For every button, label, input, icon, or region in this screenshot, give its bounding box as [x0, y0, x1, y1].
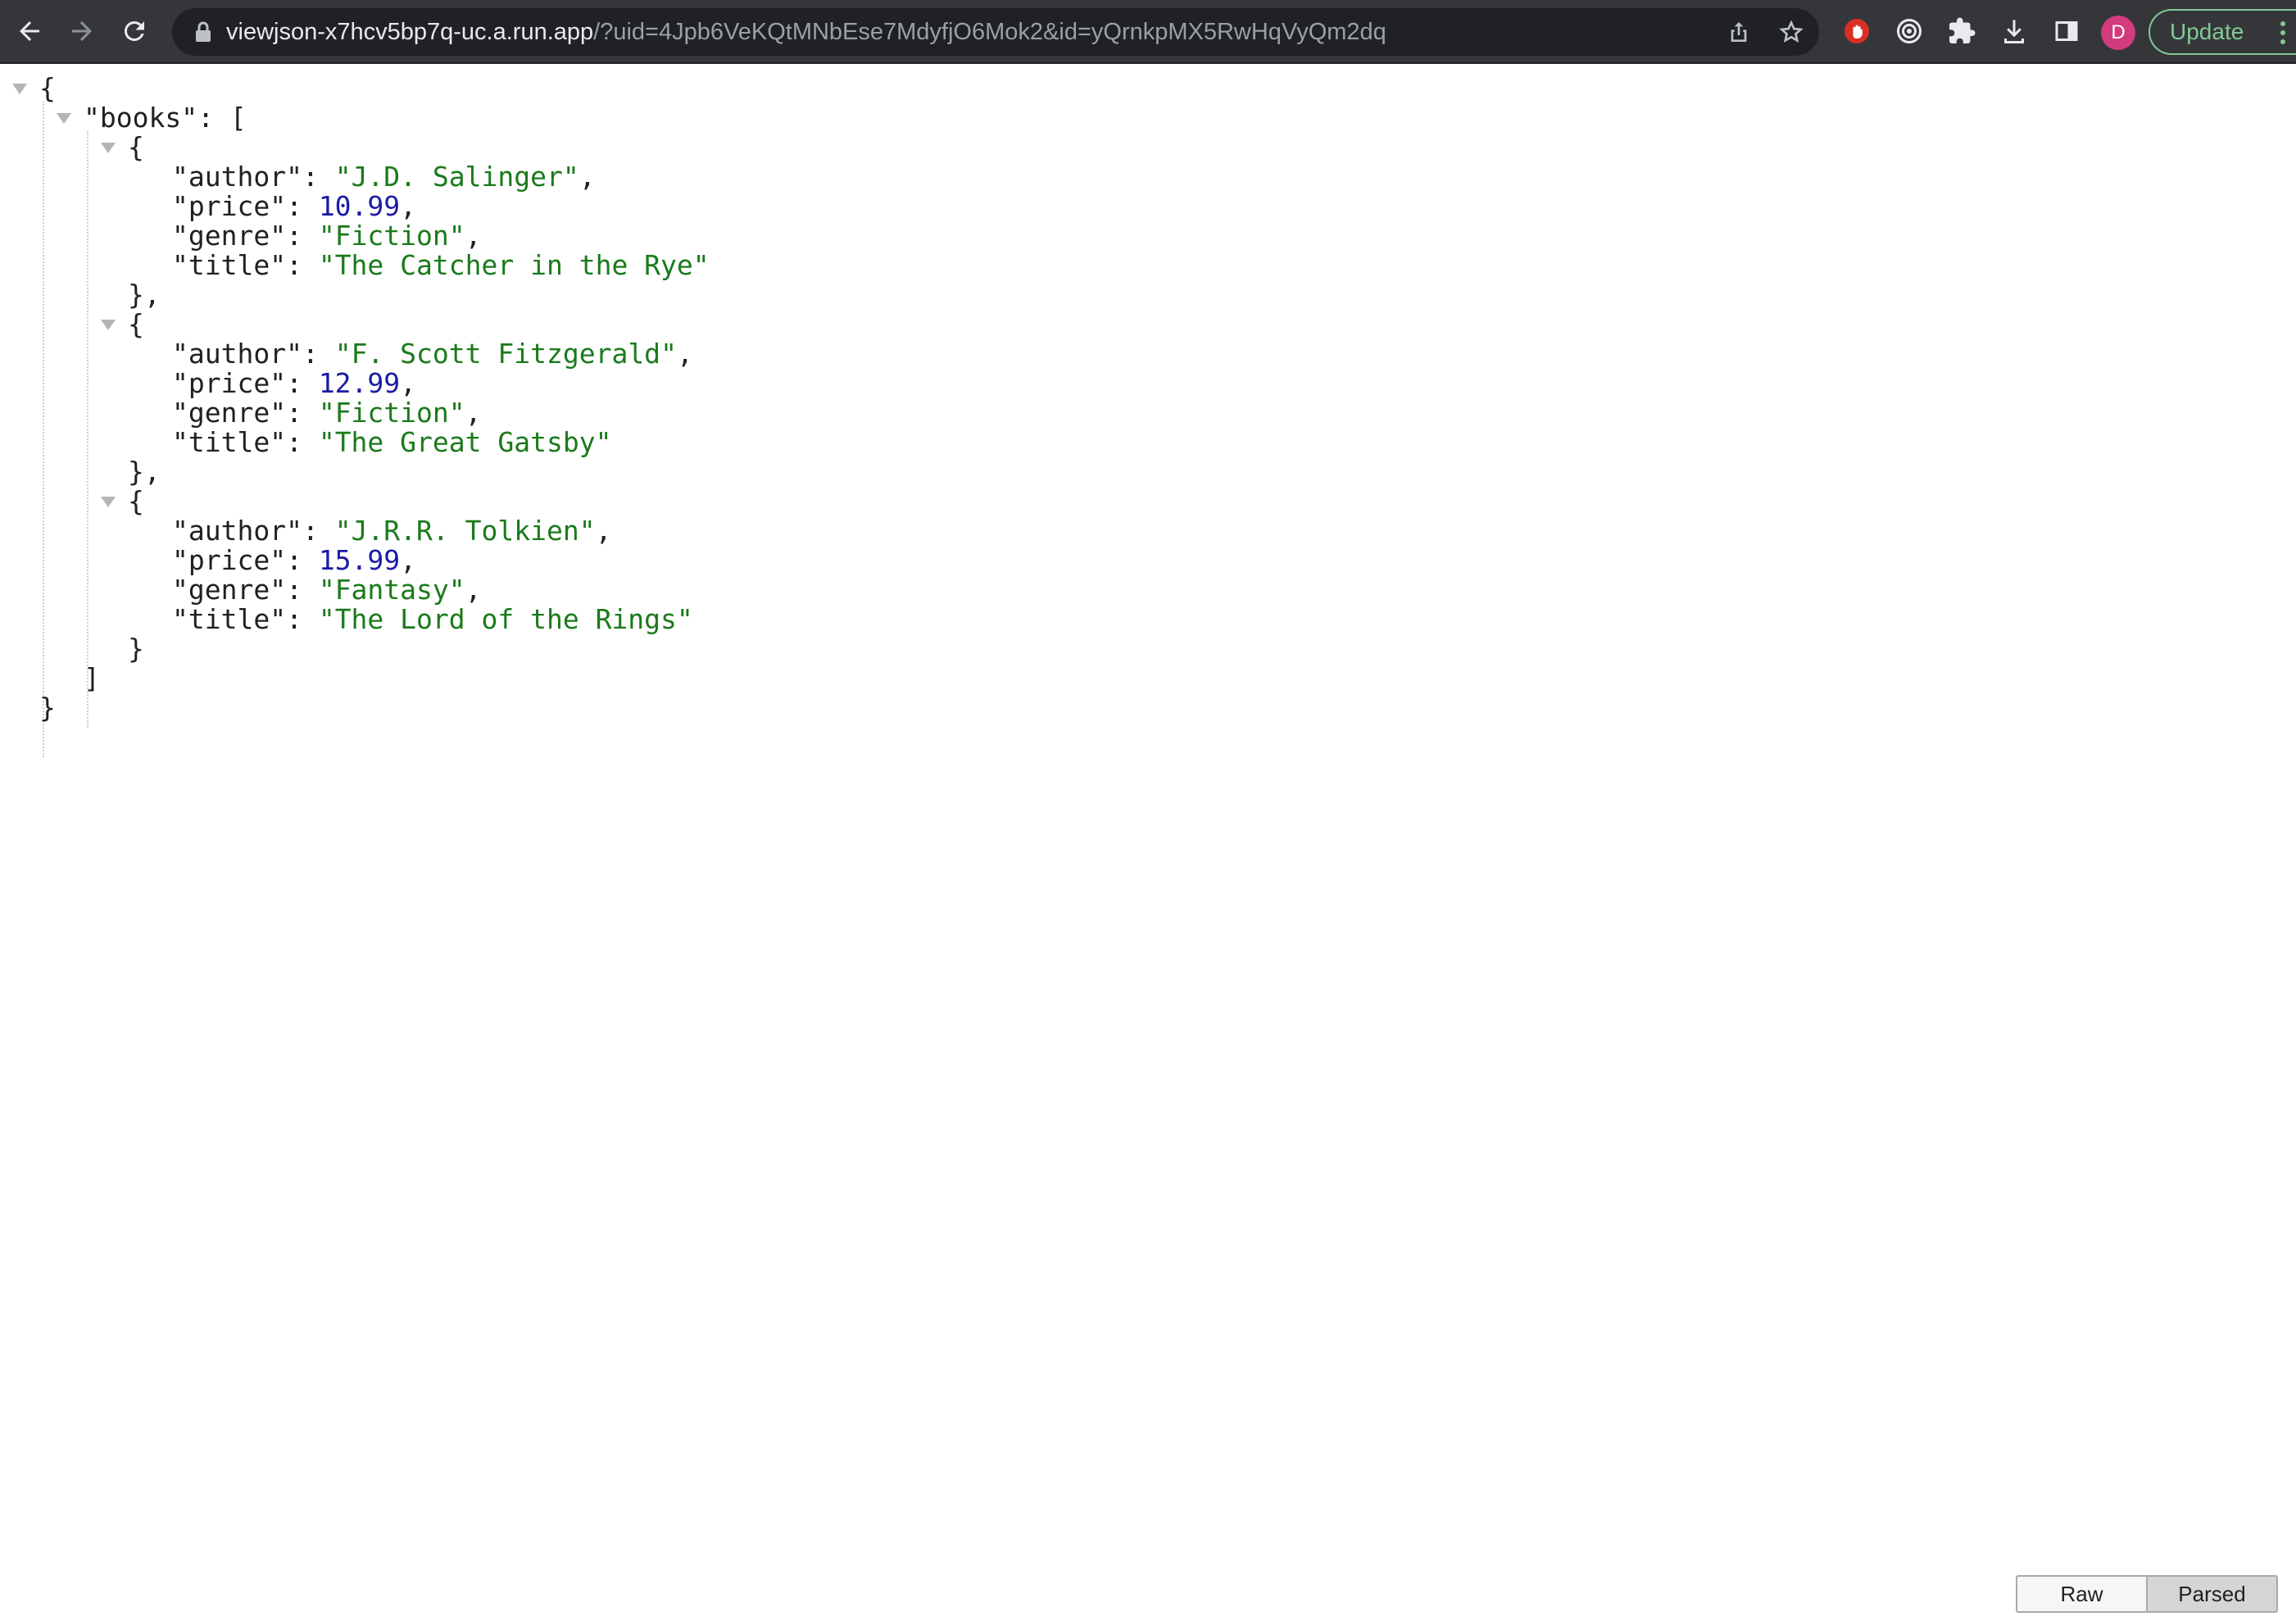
downloads-button[interactable] [1993, 10, 2035, 52]
book-close-brace: }, [128, 456, 161, 488]
price-row: "price": 12.99, [172, 367, 417, 399]
raw-button[interactable]: Raw [2016, 1575, 2147, 1613]
book-close-brace: }, [128, 279, 161, 311]
genre-value: Fiction [334, 220, 449, 252]
indent-guide [43, 102, 44, 757]
profile-avatar[interactable]: D [2101, 16, 2135, 50]
extension-stop-button[interactable] [1835, 10, 1878, 52]
root-open-brace: { [39, 72, 56, 104]
root-close-brace: } [39, 692, 56, 724]
title-row: "title": "The Great Gatsby" [172, 426, 612, 458]
view-toggle: Raw Parsed [2016, 1575, 2278, 1613]
collapse-toggle-root[interactable] [12, 84, 27, 94]
forward-button[interactable] [61, 10, 103, 52]
book-close-brace: } [128, 633, 144, 665]
side-panel-icon [2055, 21, 2078, 41]
reload-icon [124, 20, 144, 41]
author-row: "author": "J.R.R. Tolkien", [172, 515, 612, 547]
price-value: 15.99 [318, 544, 401, 576]
address-bar[interactable]: viewjson-x7hcv5bp7q-uc.a.run.app/?uid=4J… [172, 8, 1819, 56]
books-key: books [99, 102, 182, 134]
genre-value: Fantasy [334, 574, 449, 606]
share-icon[interactable] [1724, 17, 1754, 47]
extension-stop-icon [1845, 19, 1869, 43]
url-host: viewjson-x7hcv5bp7q-uc.a.run.app [226, 19, 594, 45]
back-icon [20, 21, 39, 41]
book-open-brace: { [128, 485, 144, 517]
update-button[interactable]: Update [2149, 9, 2296, 55]
title-value: The Catcher in the Rye [334, 249, 693, 281]
genre-row: "genre": "Fantasy", [172, 574, 482, 606]
price-value: 10.99 [318, 190, 401, 222]
title-row: "title": "The Lord of the Rings" [172, 603, 693, 635]
download-icon [2004, 20, 2024, 43]
genre-value: Fiction [334, 397, 449, 429]
collapse-toggle-book-1[interactable] [101, 320, 116, 330]
author-row: "author": "F. Scott Fitzgerald", [172, 338, 693, 370]
bookmark-star-icon[interactable] [1776, 17, 1806, 47]
extension-target-button[interactable] [1888, 10, 1931, 52]
books-close-bracket: ] [84, 662, 100, 694]
title-value: The Great Gatsby [334, 426, 596, 458]
collapse-toggle-books[interactable] [57, 113, 71, 124]
indent-guide [87, 131, 88, 728]
back-button[interactable] [8, 10, 51, 52]
book-open-brace: { [128, 131, 144, 163]
genre-row: "genre": "Fiction", [172, 220, 482, 252]
author-value: J.D. Salinger [351, 161, 563, 193]
url-text[interactable]: viewjson-x7hcv5bp7q-uc.a.run.app/?uid=4J… [226, 8, 1386, 56]
lock-icon[interactable] [190, 19, 216, 45]
extensions-button[interactable] [1940, 10, 1983, 52]
url-path: /?uid=4Jpb6VeKQtMNbEse7MdyfjO6Mok2&id=yQ… [593, 19, 1386, 45]
author-row: "author": "J.D. Salinger", [172, 161, 596, 193]
collapse-toggle-book-0[interactable] [101, 143, 116, 153]
reload-button[interactable] [113, 10, 156, 52]
parsed-button[interactable]: Parsed [2147, 1575, 2278, 1613]
author-value: J.R.R. Tolkien [351, 515, 579, 547]
side-panel-button[interactable] [2045, 10, 2088, 52]
books-key-line: "books": [ [84, 102, 247, 134]
extension-target-icon [1897, 19, 1922, 43]
price-row: "price": 15.99, [172, 544, 417, 576]
forward-icon [72, 21, 92, 41]
browser-toolbar: viewjson-x7hcv5bp7q-uc.a.run.app/?uid=4J… [0, 0, 2296, 64]
update-label: Update [2170, 19, 2244, 44]
menu-dots-icon[interactable] [2280, 20, 2286, 45]
title-value: The Lord of the Rings [334, 603, 677, 635]
price-row: "price": 10.99, [172, 190, 417, 222]
genre-row: "genre": "Fiction", [172, 397, 482, 429]
title-row: "title": "The Catcher in the Rye" [172, 249, 710, 281]
collapse-toggle-book-2[interactable] [101, 497, 116, 507]
author-value: F. Scott Fitzgerald [351, 338, 661, 370]
extensions-puzzle-icon [1949, 17, 1976, 43]
book-open-brace: { [128, 308, 144, 340]
price-value: 12.99 [318, 367, 401, 399]
